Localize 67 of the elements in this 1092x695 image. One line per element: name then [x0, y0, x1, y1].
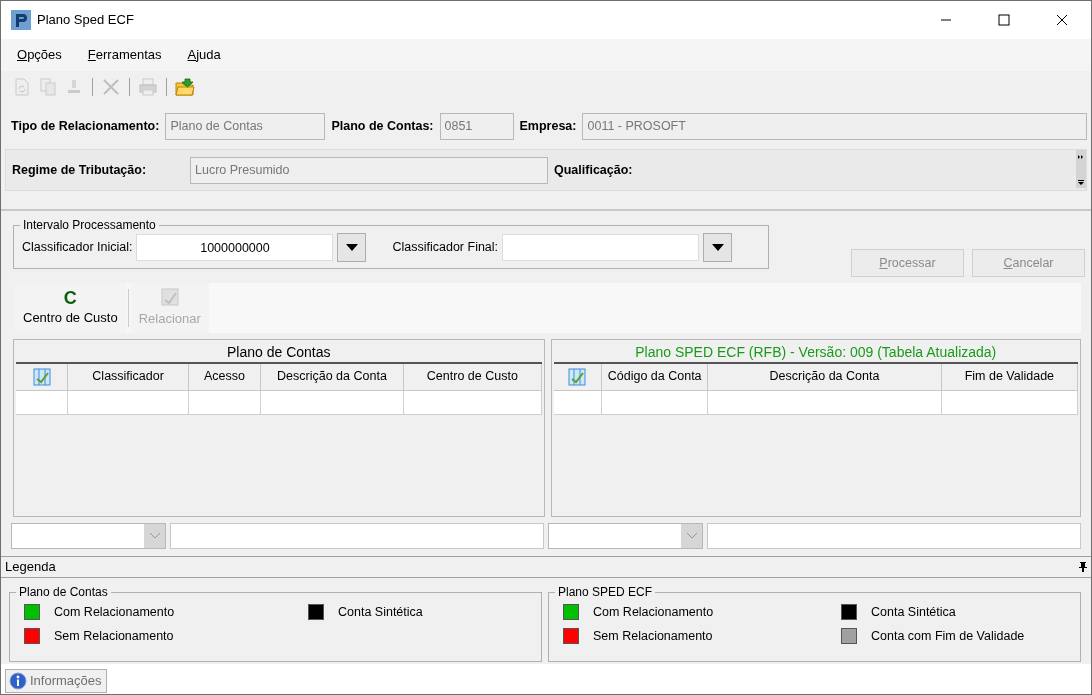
tab-label: Informações — [30, 672, 102, 691]
group-title: Plano de Contas — [18, 586, 109, 598]
group-title: Plano SPED ECF — [557, 586, 654, 598]
delete-icon — [101, 77, 121, 97]
maximize-icon — [998, 14, 1010, 26]
column-header[interactable] — [553, 364, 602, 390]
tab[interactable]: Informações — [5, 669, 107, 693]
field-label: Qualificação: — [554, 161, 633, 179]
read-only-field: 0011 - PROSOFT — [582, 112, 1087, 140]
legend-label: Conta com Fim de Validade — [871, 627, 1025, 645]
field-label: Tipo de Relacionamento: — [11, 117, 160, 135]
chevron-icon — [149, 533, 160, 539]
input-field[interactable]: 1000000000 — [136, 234, 334, 261]
column-header[interactable]: Fim de Validade — [941, 364, 1078, 390]
copy-icon — [38, 77, 58, 97]
text-field[interactable] — [170, 523, 544, 549]
field-label: Plano de Contas: — [331, 117, 434, 135]
legend-label: Com Relacionamento — [593, 603, 714, 621]
column-header[interactable]: Descrição da Conta — [707, 364, 942, 390]
column-header[interactable]: Código da Conta — [601, 364, 708, 390]
table-check-icon — [567, 366, 588, 387]
legend-label: Conta Sintética — [338, 603, 423, 621]
table-check-icon — [31, 366, 52, 387]
menu-item[interactable]: Ajuda — [181, 45, 221, 65]
field-label: Regime de Tributação: — [12, 161, 148, 179]
read-only-field: 0851 — [439, 112, 514, 140]
dropdown-field[interactable] — [548, 523, 703, 549]
panel-title: Legenda — [5, 558, 56, 577]
column-header[interactable]: Descrição da Conta — [260, 364, 404, 390]
dropdown-button[interactable] — [703, 233, 733, 262]
column-header[interactable]: Centro de Custo — [403, 364, 541, 390]
field-label: Empresa: — [519, 117, 577, 135]
info-icon — [9, 672, 27, 690]
input-field[interactable] — [502, 234, 700, 261]
read-only-field: Plano de Contas — [165, 112, 326, 140]
printer-icon — [138, 77, 158, 97]
legend-label: Com Relacionamento — [54, 603, 175, 621]
field-label: Classificador Inicial: — [22, 239, 133, 257]
legend-label: Sem Relacionamento — [593, 627, 713, 645]
legend-label: Conta Sintética — [871, 603, 956, 621]
dropdown-field[interactable] — [11, 523, 166, 549]
read-only-field: Lucro Presumido — [190, 156, 548, 184]
column-header[interactable]: Classificador — [67, 364, 189, 390]
app-logo-icon — [11, 10, 31, 30]
caret-icon — [345, 244, 358, 251]
column-header[interactable] — [16, 364, 68, 390]
caret-icon — [711, 244, 724, 251]
table-cell — [553, 390, 602, 414]
document-refresh-icon — [12, 77, 32, 97]
menu-item[interactable]: Ferramentas — [81, 45, 162, 65]
scroll-arrows-icon[interactable] — [1076, 150, 1086, 188]
table-check-icon — [159, 287, 180, 308]
chevron-icon — [686, 533, 697, 539]
folder-arrow-icon — [175, 77, 195, 97]
field-label: Classificador Final: — [392, 239, 499, 257]
menu-item[interactable]: Opções — [11, 45, 62, 65]
group-title: Intervalo Processamento — [22, 219, 157, 231]
window-title: Plano Sped ECF — [37, 11, 134, 30]
close-icon — [1056, 14, 1068, 26]
dropdown-button[interactable] — [337, 233, 367, 262]
pin-icon[interactable] — [1079, 562, 1087, 572]
table-cell — [16, 390, 68, 414]
legend-label: Sem Relacionamento — [54, 627, 174, 645]
ribbon-letter-icon: C — [63, 288, 77, 309]
toolbar-button[interactable] — [174, 76, 196, 98]
column-header[interactable]: Acesso — [188, 364, 261, 390]
text-field[interactable] — [707, 523, 1081, 549]
